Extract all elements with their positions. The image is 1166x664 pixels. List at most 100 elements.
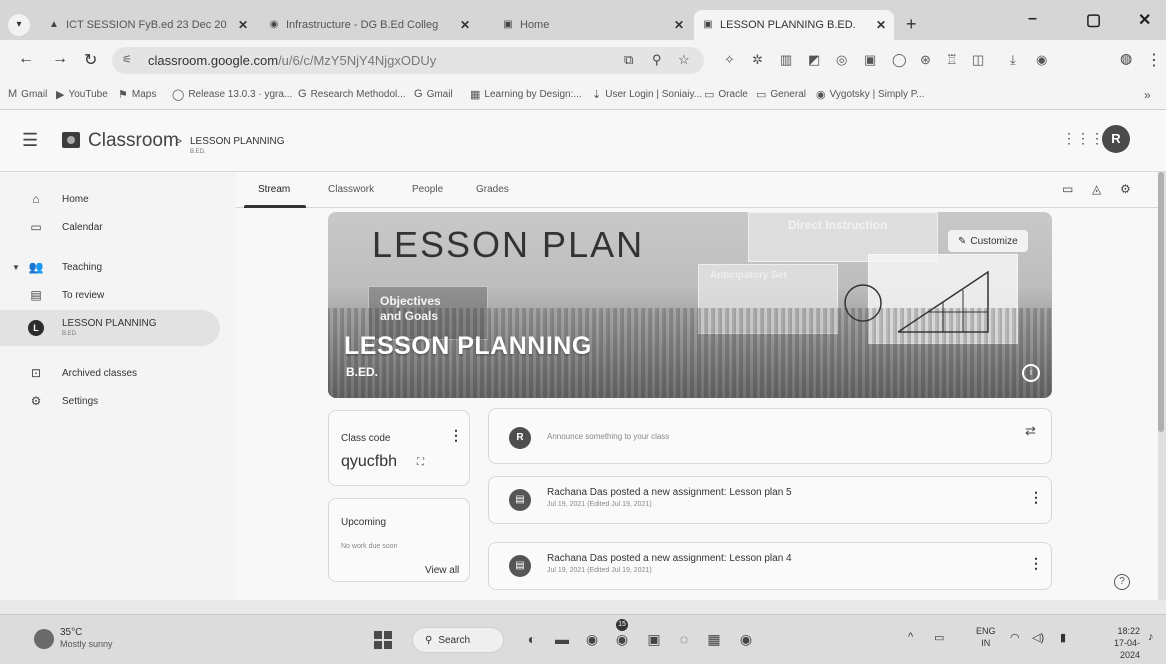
chrome-icon[interactable]: ◉ (580, 627, 604, 651)
sidebar-item-settings[interactable]: ⚙ Settings (0, 386, 220, 416)
bookmark-gmail-2[interactable]: G Gmail (414, 88, 453, 100)
breadcrumb-class-name[interactable]: LESSON PLANNING (190, 136, 284, 147)
extension-icon[interactable]: ▥ (780, 52, 792, 68)
avatar-icon[interactable]: ◉ (1036, 52, 1047, 68)
reuse-post-icon[interactable]: ⇄ (1025, 423, 1036, 439)
close-icon[interactable]: ✕ (674, 18, 684, 32)
chrome-icon[interactable]: ◉ (734, 627, 758, 651)
notification-bell-icon[interactable]: ♪ (1148, 631, 1154, 643)
profile-icon[interactable]: ◍ (1120, 50, 1132, 67)
bookmark-vygotsky[interactable]: ◉ Vygotsky | Simply P... (816, 88, 924, 101)
extension-icon[interactable]: ◩ (808, 52, 820, 68)
extension-icon[interactable]: ▣ (864, 52, 876, 68)
language-indicator[interactable]: ENG IN (976, 625, 996, 649)
site-info-icon[interactable]: ⚟ (122, 53, 132, 66)
browser-tab-home[interactable]: ▣ Home ✕ (494, 10, 692, 40)
drive-folder-icon[interactable]: ◬ (1092, 182, 1101, 196)
page-scrollbar[interactable] (1158, 172, 1166, 600)
bookmark-user-login[interactable]: ⇣ User Login | Soniaiy... (592, 88, 702, 101)
back-icon[interactable]: ← (18, 50, 34, 68)
browser-tab-lesson-planning[interactable]: ▣ LESSON PLANNING B.ED. ✕ (694, 10, 894, 40)
stream-post[interactable]: ▤ Rachana Das posted a new assignment: L… (488, 542, 1052, 590)
address-url[interactable]: classroom.google.com/u/6/c/MzY5NjY4NjgxO… (148, 53, 436, 68)
caret-down-icon[interactable]: ▼ (12, 263, 20, 272)
sidebar-item-lesson-planning[interactable]: L LESSON PLANNING B.ED. (0, 310, 220, 346)
help-icon[interactable]: ? (1114, 574, 1130, 590)
close-window-icon[interactable]: ✕ (1138, 10, 1151, 30)
close-icon[interactable]: ✕ (876, 18, 886, 32)
store-icon[interactable]: ▦ (702, 627, 726, 651)
bookmark-gmail[interactable]: M Gmail (8, 88, 47, 100)
tab-search-button[interactable]: ▾ (8, 14, 30, 36)
close-icon[interactable]: ✕ (460, 18, 470, 32)
more-options-icon[interactable]: ⋮ (1029, 555, 1043, 572)
sidebar-item-home[interactable]: ⌂ Home (0, 184, 220, 214)
close-icon[interactable]: ✕ (238, 18, 248, 32)
sidebar-item-teaching[interactable]: ▼ 👥 Teaching (0, 252, 220, 282)
install-app-icon[interactable]: ⧉ (624, 52, 633, 68)
extensions-puzzle-icon[interactable]: ◫ (972, 52, 984, 68)
battery-icon[interactable]: ▮ (1060, 631, 1066, 644)
tray-app-icon[interactable]: ▭ (934, 631, 944, 644)
tab-grades[interactable]: Grades (476, 184, 509, 195)
volume-icon[interactable]: ◁) (1032, 631, 1044, 644)
more-options-icon[interactable]: ⋮ (449, 427, 463, 444)
calendar-view-icon[interactable]: ▭ (1062, 182, 1073, 196)
classroom-brand[interactable]: Classroom (88, 130, 179, 152)
sidebar-item-to-review[interactable]: ▤ To review (0, 280, 220, 310)
bookmark-research[interactable]: G Research Methodol... (298, 88, 406, 100)
class-settings-icon[interactable]: ⚙ (1120, 182, 1131, 196)
extension-icon[interactable]: ♖ (946, 52, 958, 68)
tab-classwork[interactable]: Classwork (328, 184, 374, 195)
account-avatar[interactable]: R (1102, 125, 1130, 153)
bookmark-maps[interactable]: ⚑ Maps (118, 88, 156, 101)
wifi-icon[interactable]: ◠ (1010, 631, 1020, 644)
download-icon[interactable]: ⤓ (1010, 52, 1016, 68)
bookmarks-more-button[interactable]: » (1144, 88, 1151, 102)
zoom-icon[interactable]: ⚲ (652, 52, 662, 68)
whatsapp-icon[interactable]: ◌ (672, 627, 696, 651)
browser-tab-infrastructure[interactable]: ◉ Infrastructure - DG B.Ed Colleg ✕ (260, 10, 478, 40)
edge-browser-icon[interactable]: ◐ (520, 627, 544, 651)
minimize-icon[interactable]: – (1028, 10, 1037, 28)
start-button[interactable] (374, 631, 392, 649)
bookmark-star-icon[interactable]: ☆ (678, 52, 690, 68)
system-clock[interactable]: 18:22 17-04-2024 (1094, 625, 1140, 661)
bookmark-release[interactable]: ◯ Release 13.0.3 · ygra... (172, 88, 292, 101)
sidebar-item-calendar[interactable]: ▭ Calendar (0, 212, 220, 242)
address-bar[interactable]: ⚟ classroom.google.com/u/6/c/MzY5NjY4Njg… (112, 47, 704, 74)
tab-people[interactable]: People (412, 184, 443, 195)
bookmark-oracle[interactable]: ▭ Oracle (704, 88, 748, 101)
bookmark-learning[interactable]: ▦ Learning by Design:... (470, 88, 582, 101)
customize-button[interactable]: ✎ Customize (948, 230, 1028, 252)
more-options-icon[interactable]: ⋮ (1029, 489, 1043, 506)
extension-icon[interactable]: ✧ (724, 52, 735, 68)
reload-icon[interactable]: ↻ (84, 50, 97, 70)
taskbar-search[interactable]: ⚲ Search (412, 627, 504, 653)
maximize-icon[interactable]: ▢ (1086, 10, 1101, 30)
menu-icon[interactable]: ⋮ (1146, 50, 1162, 70)
extension-icon[interactable]: ◯ (892, 52, 907, 68)
bookmark-youtube[interactable]: ▶ YouTube (56, 88, 108, 101)
expand-code-icon[interactable]: ⛶ (417, 457, 424, 468)
file-explorer-icon[interactable]: ▬ (550, 627, 574, 651)
weather-desc[interactable]: Mostly sunny (60, 639, 113, 649)
bookmark-general[interactable]: ▭ General (756, 88, 806, 101)
class-info-button[interactable]: i (1022, 364, 1040, 382)
forward-icon[interactable]: → (52, 50, 68, 68)
view-all-link[interactable]: View all (425, 565, 459, 576)
stream-post[interactable]: ▤ Rachana Das posted a new assignment: L… (488, 476, 1052, 524)
scrollbar-thumb[interactable] (1158, 172, 1164, 432)
sidebar-item-archived[interactable]: ⊡ Archived classes (0, 358, 220, 388)
announce-placeholder[interactable]: Announce something to your class (547, 432, 669, 441)
weather-temp[interactable]: 35°C (60, 627, 82, 638)
extension-icon[interactable]: ⊛ (920, 52, 931, 68)
extension-icon[interactable]: ◎ (836, 52, 847, 68)
weather-sun-icon[interactable] (34, 629, 54, 649)
extension-icon[interactable]: ✲ (752, 52, 763, 68)
main-menu-icon[interactable]: ☰ (22, 130, 38, 151)
classroom-logo[interactable] (62, 132, 80, 148)
tray-chevron-icon[interactable]: ^ (908, 631, 913, 643)
new-tab-button[interactable]: + (906, 14, 917, 35)
google-apps-icon[interactable]: ⋮⋮⋮ (1062, 130, 1104, 147)
